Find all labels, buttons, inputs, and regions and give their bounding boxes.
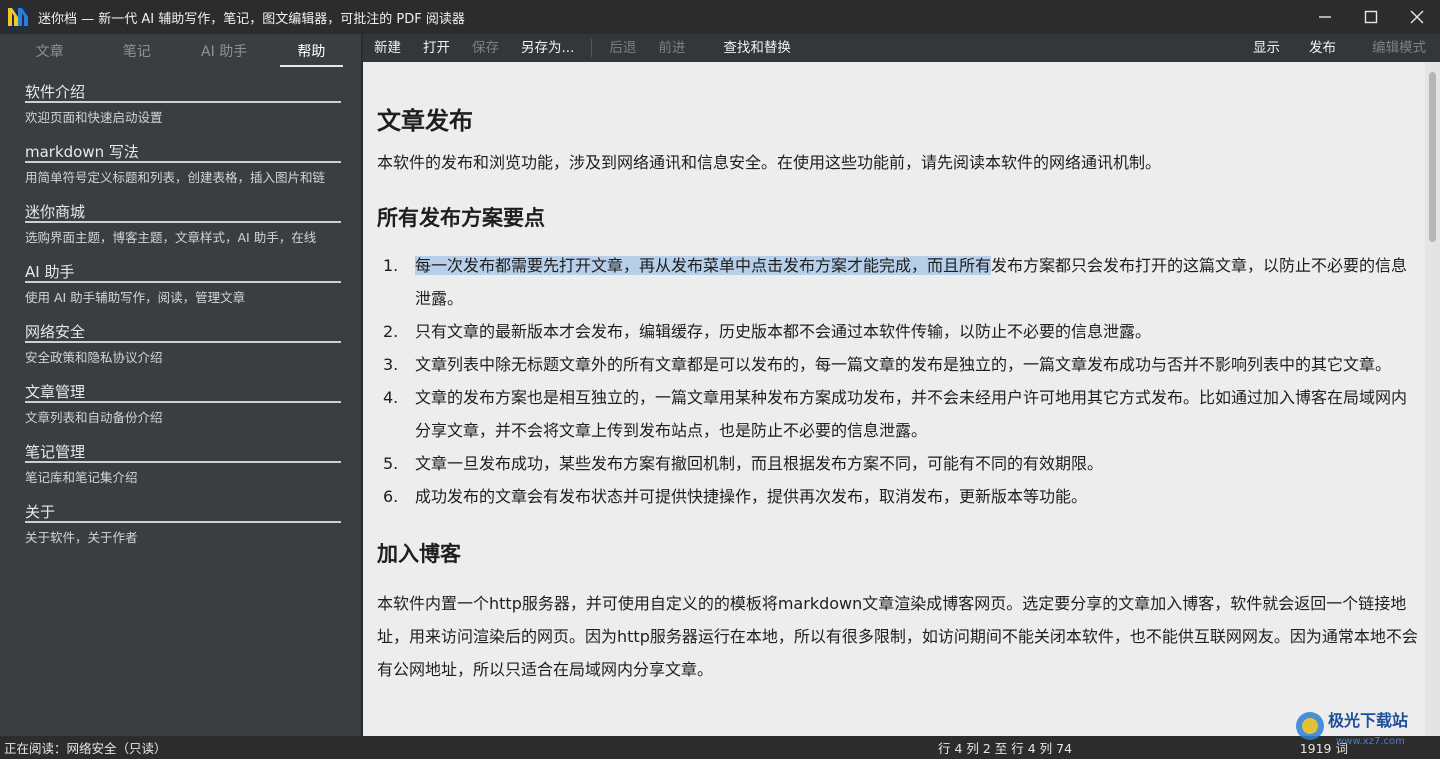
toolbar-divider (591, 39, 593, 57)
help-item-desc: 使用 AI 助手辅助写作，阅读，管理文章 (25, 290, 246, 305)
sidebar: 文章 笔记 AI 助手 帮助 软件介绍 欢迎页面和快速启动设置 markdown… (0, 34, 362, 736)
list-item: 1. 每一次发布都需要先打开文章，再从发布菜单中点击发布方案才能完成，而且所有发… (377, 249, 1423, 315)
tab-articles[interactable]: 文章 (6, 35, 93, 67)
help-item-title: AI 助手 (25, 256, 341, 283)
document: 文章发布 本软件的发布和浏览功能，涉及到网络通讯和信息安全。在使用这些功能前，请… (363, 104, 1423, 686)
display-menu-button[interactable]: 显示 (1236, 34, 1297, 62)
watermark-url: www.xz7.com (1336, 736, 1405, 747)
list-text: 每一次发布都需要先打开文章，再从发布菜单中点击发布方案才能完成，而且所有发布方案… (415, 249, 1423, 315)
text-selection: 每一次发布都需要先打开文章，再从发布菜单中点击发布方案才能完成，而且所有 (415, 256, 992, 275)
sidebar-tabs: 文章 笔记 AI 助手 帮助 (0, 34, 361, 68)
help-item-desc: 关于软件，关于作者 (25, 530, 138, 545)
list-number: 5. (383, 454, 399, 473)
help-item-title: markdown 写法 (25, 136, 341, 163)
status-bar: 正在阅读：网络安全（只读） 行 4 列 2 至 行 4 列 74 1919 词 (0, 736, 1440, 759)
maximize-icon (1364, 10, 1378, 24)
list-number: 4. (383, 388, 399, 407)
help-item-store[interactable]: 迷你商城 选购界面主题，博客主题，文章样式，AI 助手，在线 (0, 196, 361, 256)
heading-article-publish: 文章发布 (377, 107, 473, 135)
list-text: 成功发布的文章会有发布状态并可提供快捷操作，提供再次发布，取消发布，更新版本等功… (415, 487, 1088, 506)
help-item-desc: 用简单符号定义标题和列表，创建表格，插入图片和链 (25, 170, 326, 185)
title-bar: 迷你档 — 新一代 AI 辅助写作，笔记，图文编辑器，可批注的 PDF 阅读器 (0, 0, 1440, 34)
tab-help[interactable]: 帮助 (268, 35, 355, 67)
list-number: 2. (383, 322, 399, 341)
minimize-icon (1319, 16, 1331, 18)
list-text: 只有文章的最新版本才会发布，编辑缓存，历史版本都不会通过本软件传输，以防止不必要… (415, 322, 1152, 341)
list-item: 3. 文章列表中除无标题文章外的所有文章都是可以发布的，每一篇文章的发布是独立的… (377, 348, 1423, 381)
list-text: 文章的发布方案也是相互独立的，一篇文章用某种发布方案成功发布，并不会未经用户许可… (415, 388, 1408, 440)
watermark-text: 极光下载站 (1328, 711, 1408, 730)
maximize-button[interactable] (1348, 0, 1394, 34)
back-button[interactable]: 后退 (598, 34, 647, 62)
watermark-logo: 极光下载站 www.xz7.com (1292, 704, 1432, 754)
help-item-intro[interactable]: 软件介绍 欢迎页面和快速启动设置 (0, 76, 361, 136)
list-item: 6. 成功发布的文章会有发布状态并可提供快捷操作，提供再次发布，取消发布，更新版… (377, 480, 1423, 513)
tab-notes[interactable]: 笔记 (93, 35, 180, 67)
minimize-button[interactable] (1302, 0, 1348, 34)
heading-join-blog: 加入博客 (377, 542, 461, 566)
help-item-desc: 笔记库和笔记集介绍 (25, 470, 138, 485)
blog-paragraph: 本软件内置一个http服务器，并可使用自定义的的模板将markdown文章渲染成… (377, 594, 1418, 679)
app-logo-icon (6, 5, 30, 29)
help-item-title: 软件介绍 (25, 76, 341, 103)
list-number: 6. (383, 487, 399, 506)
help-item-desc: 文章列表和自动备份介绍 (25, 410, 163, 425)
vertical-scrollbar[interactable] (1425, 62, 1440, 736)
help-item-security[interactable]: 网络安全 安全政策和隐私协议介绍 (0, 316, 361, 376)
help-list: 软件介绍 欢迎页面和快速启动设置 markdown 写法 用简单符号定义标题和列… (0, 68, 361, 556)
publish-menu-button[interactable]: 发布 (1297, 34, 1360, 62)
help-item-title: 文章管理 (25, 376, 341, 403)
list-item: 5. 文章一旦发布成功，某些发布方案有撤回机制，而且根据发布方案不同，可能有不同… (377, 447, 1423, 480)
list-item: 4. 文章的发布方案也是相互独立的，一篇文章用某种发布方案成功发布，并不会未经用… (377, 381, 1423, 447)
list-text: 文章列表中除无标题文章外的所有文章都是可以发布的，每一篇文章的发布是独立的，一篇… (415, 355, 1392, 374)
open-button[interactable]: 打开 (412, 34, 461, 62)
heading-publish-points: 所有发布方案要点 (377, 206, 545, 230)
list-text: 文章一旦发布成功，某些发布方案有撤回机制，而且根据发布方案不同，可能有不同的有效… (415, 454, 1104, 473)
close-icon (1410, 10, 1424, 24)
publish-points-list: 1. 每一次发布都需要先打开文章，再从发布菜单中点击发布方案才能完成，而且所有发… (377, 249, 1423, 513)
reading-status: 正在阅读：网络安全（只读） (4, 741, 167, 756)
help-item-title: 迷你商城 (25, 196, 341, 223)
help-item-article-management[interactable]: 文章管理 文章列表和自动备份介绍 (0, 376, 361, 436)
forward-button[interactable]: 前进 (647, 34, 696, 62)
list-number: 1. (383, 256, 399, 275)
list-number: 3. (383, 355, 399, 374)
help-item-note-management[interactable]: 笔记管理 笔记库和笔记集介绍 (0, 436, 361, 496)
help-item-desc: 欢迎页面和快速启动设置 (25, 110, 163, 125)
new-button[interactable]: 新建 (363, 34, 412, 62)
window-title: 迷你档 — 新一代 AI 辅助写作，笔记，图文编辑器，可批注的 PDF 阅读器 (38, 11, 465, 27)
help-item-about[interactable]: 关于 关于软件，关于作者 (0, 496, 361, 556)
cursor-position: 行 4 列 2 至 行 4 列 74 (938, 741, 1073, 756)
toolbar: 新建 打开 保存 另存为... 后退 前进 查找和替换 显示 发布 编辑模式 (363, 34, 1440, 62)
find-replace-button[interactable]: 查找和替换 (712, 34, 802, 62)
help-item-title: 关于 (25, 496, 341, 523)
save-button[interactable]: 保存 (461, 34, 510, 62)
help-item-desc: 安全政策和隐私协议介绍 (25, 350, 163, 365)
window-controls (1302, 0, 1440, 34)
intro-paragraph: 本软件的发布和浏览功能，涉及到网络通讯和信息安全。在使用这些功能前，请先阅读本软… (377, 153, 1162, 172)
tab-ai-assistant[interactable]: AI 助手 (181, 35, 268, 67)
close-button[interactable] (1394, 0, 1440, 34)
document-view[interactable]: 文章发布 本软件的发布和浏览功能，涉及到网络通讯和信息安全。在使用这些功能前，请… (363, 62, 1425, 736)
scrollbar-thumb[interactable] (1429, 72, 1436, 242)
help-item-title: 网络安全 (25, 316, 341, 343)
edit-mode-button[interactable]: 编辑模式 (1360, 34, 1440, 62)
help-item-markdown[interactable]: markdown 写法 用简单符号定义标题和列表，创建表格，插入图片和链 (0, 136, 361, 196)
help-item-ai[interactable]: AI 助手 使用 AI 助手辅助写作，阅读，管理文章 (0, 256, 361, 316)
save-as-button[interactable]: 另存为... (510, 34, 585, 62)
help-item-desc: 选购界面主题，博客主题，文章样式，AI 助手，在线 (25, 230, 317, 245)
help-item-title: 笔记管理 (25, 436, 341, 463)
list-item: 2. 只有文章的最新版本才会发布，编辑缓存，历史版本都不会通过本软件传输，以防止… (377, 315, 1423, 348)
